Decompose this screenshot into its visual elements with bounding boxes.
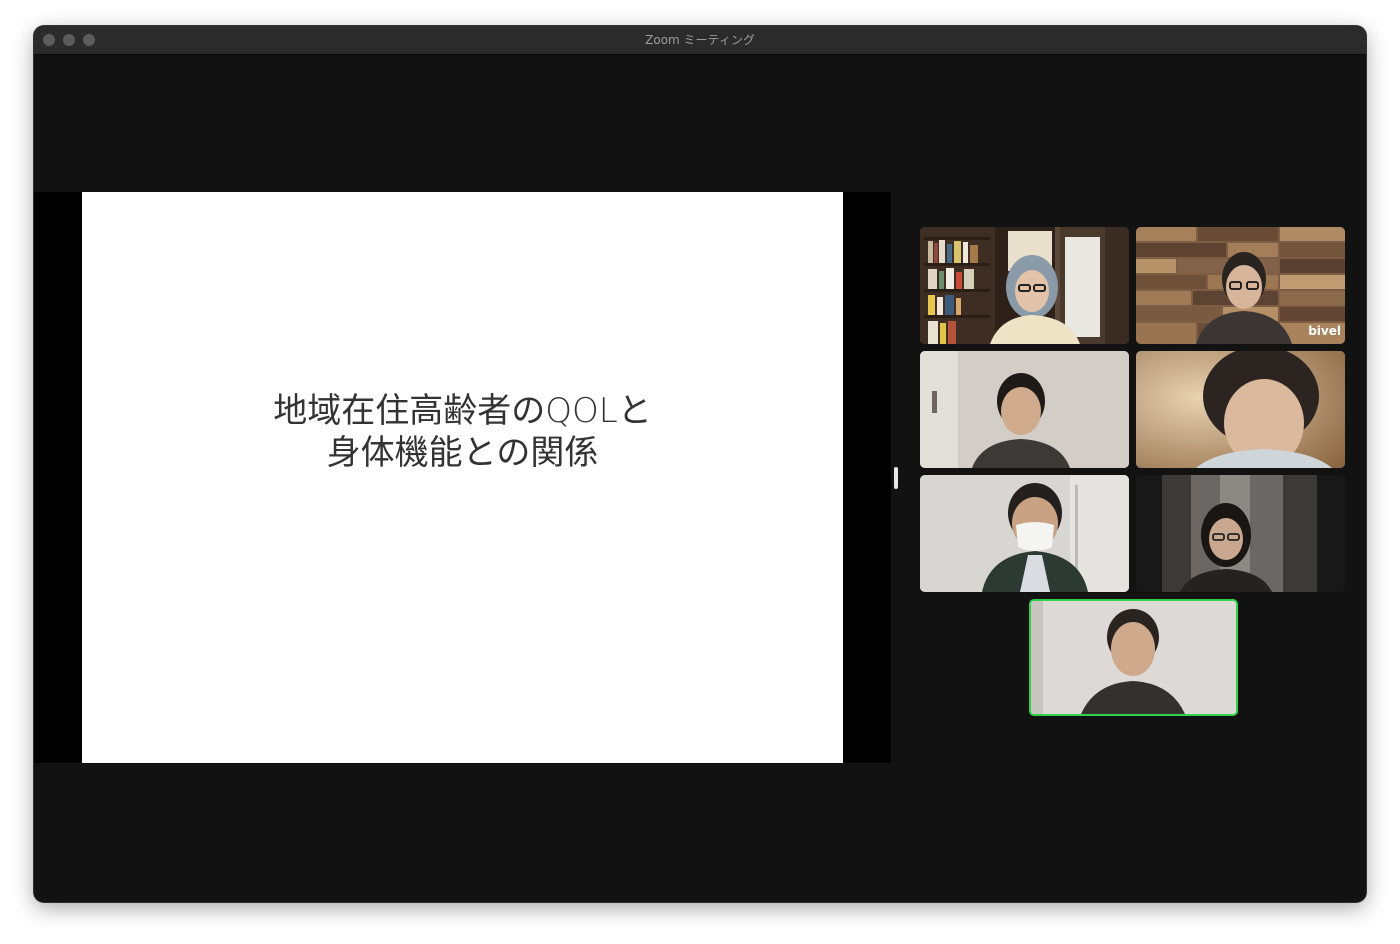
participant-video-tile[interactable]: bivel: [1136, 227, 1345, 344]
title-bar[interactable]: Zoom ミーティング: [34, 26, 1366, 55]
active-speaker-video-tile[interactable]: [1029, 599, 1238, 716]
window-title: Zoom ミーティング: [645, 33, 755, 47]
panel-resize-handle[interactable]: [894, 467, 898, 489]
participant-video: [920, 475, 1129, 592]
wall-logo-label: bivel: [1308, 324, 1341, 338]
participant-video: [920, 227, 1129, 344]
zoom-window: Zoom ミーティング 地域在住高齢者のQOLと 身体機能との関係 bivel: [34, 26, 1366, 902]
slide-title-line-2: 身体機能との関係: [326, 433, 599, 473]
presentation-slide: 地域在住高齢者のQOLと 身体機能との関係: [82, 192, 843, 763]
slide-title: 地域在住高齢者のQOLと 身体機能との関係: [82, 390, 843, 474]
participant-video-tile[interactable]: [920, 351, 1129, 468]
shared-screen[interactable]: 地域在住高齢者のQOLと 身体機能との関係: [34, 192, 891, 763]
participant-video: [1136, 351, 1345, 468]
participant-video-tile[interactable]: [1136, 351, 1345, 468]
participant-video: [1136, 475, 1345, 592]
participant-video: [920, 351, 1129, 468]
participant-video-tile[interactable]: [920, 227, 1129, 344]
participant-video-tile[interactable]: [1136, 475, 1345, 592]
participant-video: [1031, 601, 1236, 714]
participant-video-tile[interactable]: [920, 475, 1129, 592]
slide-title-line-1: 地域在住高齢者のQOLと: [273, 391, 652, 431]
